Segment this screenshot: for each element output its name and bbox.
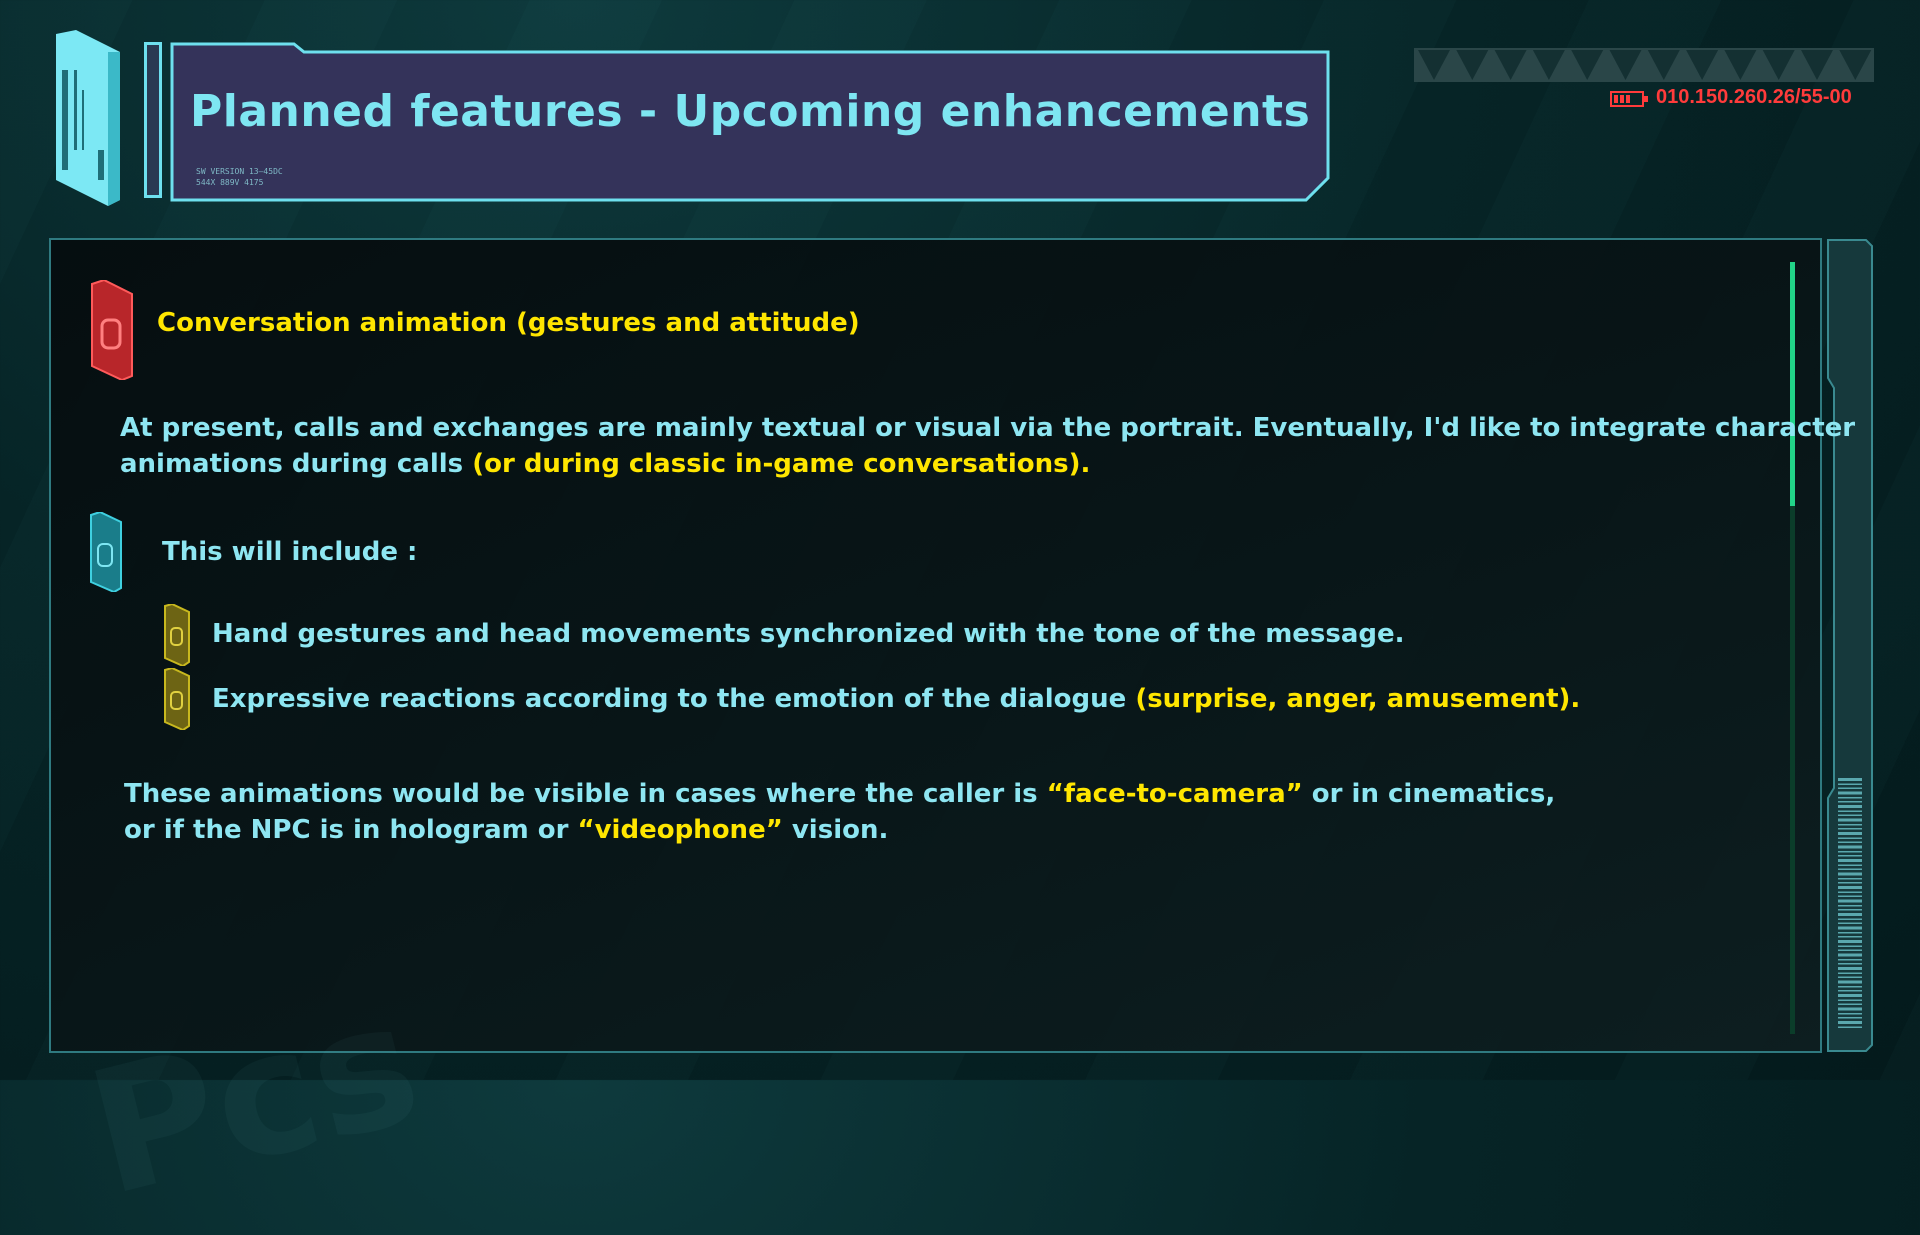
barcode-stripe bbox=[1838, 905, 1862, 907]
barcode-stripe bbox=[1838, 1007, 1862, 1011]
barcode-stripe bbox=[1838, 922, 1862, 924]
bullet-2-highlight: (surprise, anger, amusement). bbox=[1135, 684, 1581, 714]
footer-line-1-end: or in cinematics, bbox=[1311, 779, 1556, 809]
barcode-stripe bbox=[1838, 778, 1862, 781]
section-heading: Conversation animation (gestures and att… bbox=[157, 308, 860, 338]
barcode-stripe bbox=[1838, 851, 1862, 853]
bullet-item-1: Hand gestures and head movements synchro… bbox=[212, 619, 1405, 649]
bullet-1-text: Hand gestures and head movements synchro… bbox=[212, 619, 1405, 649]
barcode-stripe bbox=[1838, 868, 1862, 870]
barcode-stripe bbox=[1838, 891, 1862, 893]
side-rail-decoration bbox=[1826, 238, 1874, 1053]
barcode-stripe bbox=[1838, 841, 1862, 843]
barcode-stripe bbox=[1838, 845, 1862, 849]
intro-line-2: animations during calls (or during class… bbox=[120, 446, 1855, 482]
barcode-stripe bbox=[1838, 878, 1862, 880]
barcode-stripe bbox=[1838, 972, 1862, 974]
intro-paragraph: At present, calls and exchanges are main… bbox=[120, 410, 1855, 482]
barcode-stripe bbox=[1838, 994, 1862, 997]
footer-paragraph: These animations would be visible in cas… bbox=[124, 776, 1555, 848]
videophone-highlight: “videophone” bbox=[577, 815, 783, 845]
triangle-strip-decoration bbox=[1414, 48, 1874, 82]
cartridge-logo-icon bbox=[52, 30, 124, 206]
barcode-stripe bbox=[1838, 953, 1862, 957]
footer-line-2-end: vision. bbox=[791, 815, 889, 845]
barcode-stripe bbox=[1838, 797, 1862, 799]
header-bracket bbox=[144, 42, 162, 198]
barcode-stripe bbox=[1838, 824, 1862, 826]
barcode-stripe bbox=[1838, 959, 1862, 961]
barcode-stripe bbox=[1838, 859, 1862, 862]
barcode-stripe bbox=[1838, 1013, 1862, 1015]
barcode-stripe bbox=[1838, 932, 1862, 934]
barcode-stripe bbox=[1838, 909, 1862, 911]
barcode-stripe bbox=[1838, 986, 1862, 988]
page-title: Planned features - Upcoming enhancements bbox=[190, 86, 1311, 137]
barcode-stripe bbox=[1838, 990, 1862, 992]
footer-line-2: or if the NPC is in hologram or “videoph… bbox=[124, 812, 1555, 848]
barcode-stripe bbox=[1838, 967, 1862, 970]
barcode-stripe bbox=[1838, 801, 1862, 803]
background-watermark: Pcs bbox=[71, 963, 437, 1235]
barcode-stripe bbox=[1838, 980, 1862, 984]
barcode-stripe bbox=[1838, 949, 1862, 951]
bullet-2-text: Expressive reactions according to the em… bbox=[212, 684, 1127, 714]
barcode-stripe bbox=[1838, 783, 1862, 785]
barcode-stripe bbox=[1838, 940, 1862, 943]
barcode-stripe bbox=[1838, 899, 1862, 903]
barcode-stripe bbox=[1838, 864, 1862, 866]
barcode-stripe bbox=[1838, 818, 1862, 822]
cartridge-yellow-icon bbox=[163, 666, 191, 734]
barcode-stripe bbox=[1838, 895, 1862, 897]
intro-line-1: At present, calls and exchanges are main… bbox=[120, 413, 1856, 443]
barcode-stripe bbox=[1838, 999, 1862, 1001]
face-to-camera-highlight: “face-to-camera” bbox=[1046, 779, 1303, 809]
barcode-stripe bbox=[1838, 787, 1862, 789]
barcode-stripe bbox=[1838, 963, 1862, 965]
intro-line-2-highlight: (or during classic in-game conversations… bbox=[472, 449, 1091, 479]
barcode-stripe bbox=[1838, 976, 1862, 978]
barcode-stripe bbox=[1838, 810, 1862, 812]
barcode-stripe bbox=[1838, 1021, 1862, 1024]
barcode-stripe bbox=[1838, 791, 1862, 795]
barcode-stripe bbox=[1838, 1003, 1862, 1005]
bullet-item-2: Expressive reactions according to the em… bbox=[212, 684, 1580, 714]
barcode-stripe bbox=[1838, 837, 1862, 839]
footer-line-2-plain: or if the NPC is in hologram or bbox=[124, 815, 569, 845]
sw-version-meta: SW VERSION 13—45DC 544X 889V 4175 bbox=[196, 166, 283, 188]
barcode-stripe bbox=[1838, 855, 1862, 857]
footer-line-1-plain: These animations would be visible in cas… bbox=[124, 779, 1038, 809]
barcode-stripe bbox=[1838, 918, 1862, 920]
cartridge-cyan-icon bbox=[88, 510, 124, 596]
cartridge-red-icon bbox=[88, 278, 136, 384]
sw-version: SW VERSION 13—45DC bbox=[196, 167, 283, 176]
intro-line-2-plain: animations during calls bbox=[120, 449, 464, 479]
battery-icon bbox=[1610, 90, 1650, 108]
barcode-stripe bbox=[1838, 828, 1862, 830]
include-label: This will include : bbox=[162, 537, 418, 567]
barcode-stripe bbox=[1838, 945, 1862, 947]
barcode-stripe bbox=[1838, 886, 1862, 889]
barcode-stripe bbox=[1838, 832, 1862, 835]
ip-address: 010.150.260.26/55-00 bbox=[1656, 86, 1852, 108]
barcode-stripe bbox=[1838, 805, 1862, 808]
barcode-stripe bbox=[1838, 1026, 1862, 1028]
footer-line-1: These animations would be visible in cas… bbox=[124, 776, 1555, 812]
barcode-stripe bbox=[1838, 882, 1862, 884]
barcode-stripe bbox=[1838, 926, 1862, 930]
barcode-stripe bbox=[1838, 913, 1862, 916]
cartridge-yellow-icon bbox=[163, 602, 191, 670]
barcode-stripe bbox=[1838, 1017, 1862, 1019]
sw-code: 544X 889V 4175 bbox=[196, 178, 264, 187]
barcode-stripe bbox=[1838, 872, 1862, 876]
barcode-stripe bbox=[1838, 936, 1862, 938]
barcode-stripe bbox=[1838, 814, 1862, 816]
